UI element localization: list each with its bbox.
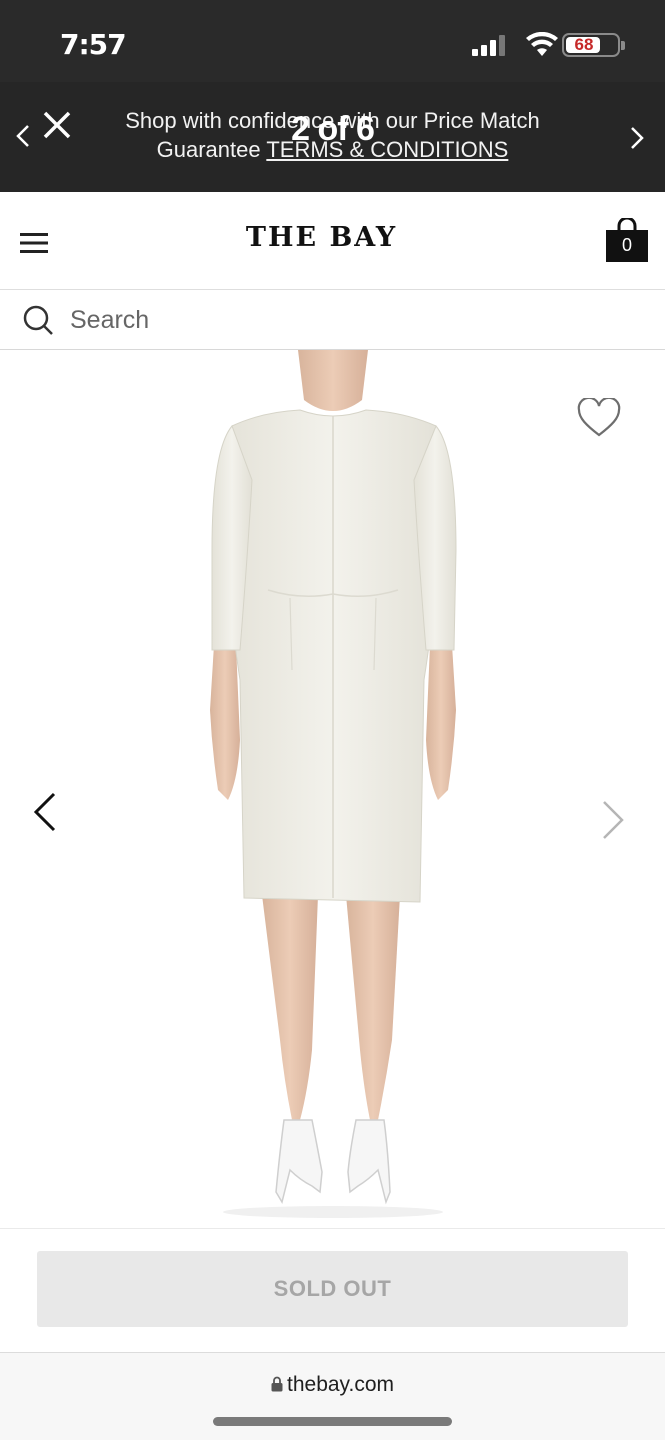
search-bar <box>0 290 665 350</box>
site-header: THE BAY 0 <box>0 192 665 290</box>
battery-percent: 68 <box>574 35 594 54</box>
search-icon <box>23 305 53 335</box>
sold-out-button[interactable]: SOLD OUT <box>37 1251 628 1327</box>
home-indicator[interactable] <box>213 1417 452 1426</box>
url-text: thebay.com <box>287 1373 394 1396</box>
status-bar: 7:57 68 <box>0 0 665 82</box>
shopping-bag-button[interactable]: 0 <box>606 218 648 262</box>
close-icon[interactable] <box>40 108 74 142</box>
url-display[interactable]: thebay.com <box>0 1373 665 1397</box>
purchase-panel: SOLD OUT <box>0 1228 665 1352</box>
gallery-next-chevron-icon[interactable] <box>598 798 628 842</box>
battery-cap <box>621 41 625 50</box>
search-input[interactable] <box>70 302 630 338</box>
promo-banner: Shop with confidence with our Price Matc… <box>0 82 665 192</box>
site-logo[interactable]: THE BAY <box>0 222 643 253</box>
lock-icon <box>271 1376 283 1392</box>
bag-count: 0 <box>621 235 632 255</box>
battery-icon: 68 <box>562 33 625 57</box>
gallery-prev-chevron-icon[interactable] <box>30 790 60 834</box>
wifi-icon <box>526 32 558 56</box>
promo-next-chevron-icon[interactable] <box>628 124 646 152</box>
terms-conditions-link[interactable]: TERMS & CONDITIONS <box>266 137 508 162</box>
status-time: 7:57 <box>60 28 127 61</box>
promo-prev-chevron-icon[interactable] <box>14 122 32 150</box>
product-gallery <box>0 350 665 1228</box>
cellular-signal-icon <box>472 35 505 56</box>
wishlist-heart-icon[interactable] <box>576 398 622 438</box>
promo-message: Shop with confidence with our Price Matc… <box>95 106 570 164</box>
browser-address-bar: thebay.com <box>0 1352 665 1440</box>
product-image[interactable] <box>0 350 665 1228</box>
